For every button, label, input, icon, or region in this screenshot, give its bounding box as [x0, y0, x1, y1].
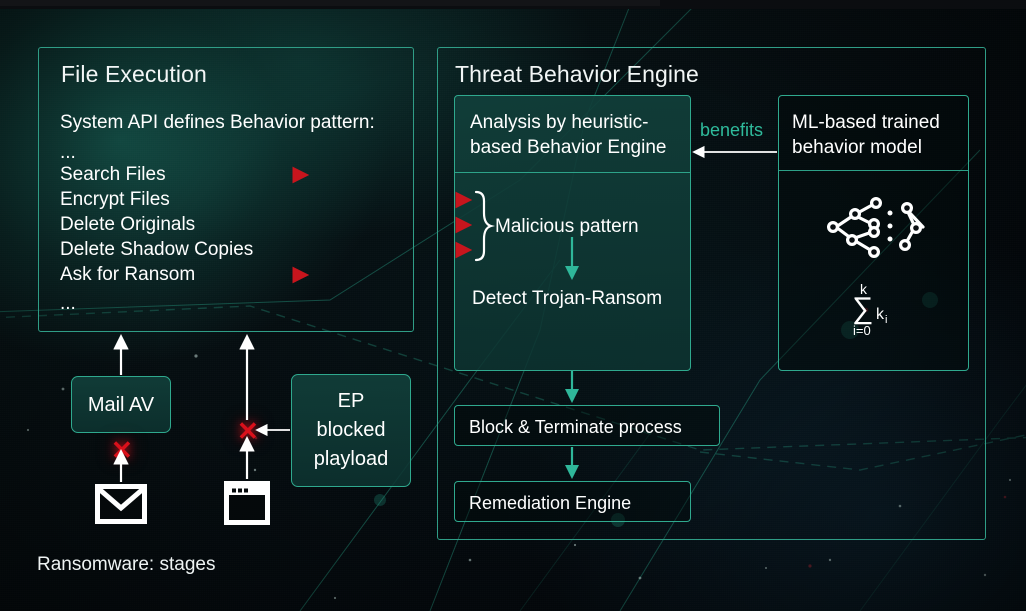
file-execution-title: File Execution — [61, 61, 207, 87]
formula-term-subscript: i — [885, 314, 888, 326]
analysis-box-divider — [455, 172, 690, 173]
step-label-3: Delete Shadow Copies — [60, 239, 254, 260]
step-label-1: Encrypt Files — [60, 189, 170, 210]
blocked-mark-ep: ✕ — [237, 416, 259, 446]
step-label-2: Delete Originals — [60, 214, 196, 235]
ep-blocked-label: EP blocked playload — [313, 390, 389, 470]
browser-window-icon — [224, 481, 270, 525]
ml-model-box-divider — [779, 170, 968, 171]
decision-tree-graph-icon — [822, 196, 928, 258]
formula-sigma: ∑ — [852, 292, 874, 325]
detect-trojan-ransom-label: Detect Trojan-Ransom — [472, 288, 663, 309]
slide-caption: Ransomware: stages — [37, 554, 216, 575]
step-label-4: Ask for Ransom — [60, 264, 196, 285]
diagram-canvas: File Execution System API defines Behavi… — [0, 0, 1026, 611]
step-label-0: Search Files — [60, 164, 166, 185]
formula-lower-limit: i=0 — [853, 323, 871, 338]
ellipsis-top: ... — [60, 142, 76, 163]
top-edge-bar-highlight — [0, 0, 660, 6]
ellipsis-bottom: ... — [60, 293, 76, 314]
file-execution-intro: System API defines Behavior pattern: — [60, 112, 375, 133]
benefits-label: benefits — [700, 120, 764, 140]
formula-term: k — [876, 306, 884, 323]
block-terminate-label: Block & Terminate process — [469, 417, 682, 437]
mail-av-label: Mail AV — [87, 394, 155, 416]
summation-formula: k ∑ i=0 k i — [840, 281, 920, 340]
ml-model-box-header: ML-based trained behavior model — [792, 112, 940, 158]
remediation-engine-label: Remediation Engine — [469, 493, 632, 513]
threat-behavior-engine-title: Threat Behavior Engine — [455, 61, 699, 87]
analysis-box-header: Analysis by heuristic- based Behavior En… — [470, 112, 667, 158]
envelope-icon — [95, 484, 147, 524]
blocked-mark-mail: ✕ — [111, 435, 133, 465]
malicious-pattern-label: Malicious pattern — [495, 216, 639, 237]
